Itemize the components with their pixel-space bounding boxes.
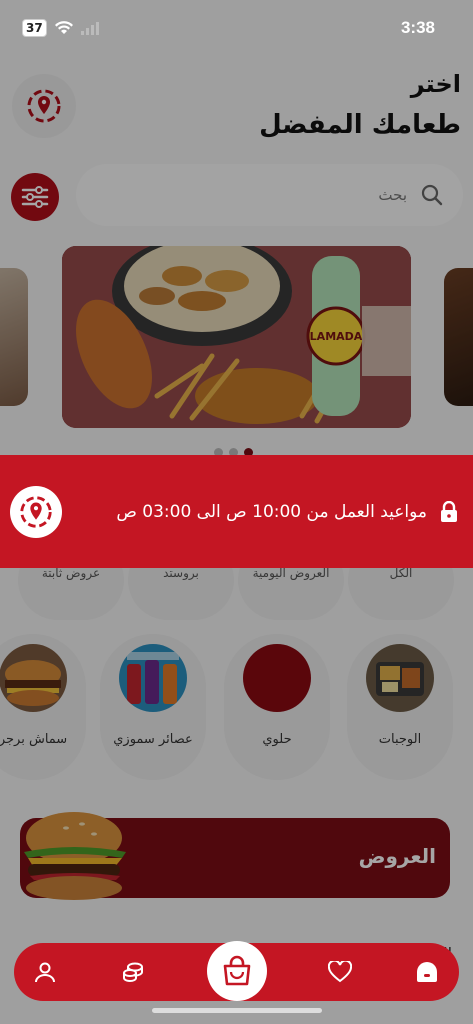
- juice-image: [119, 644, 187, 712]
- coins-icon: [123, 962, 143, 982]
- page-title-line2: طعامك المفضل: [259, 110, 461, 140]
- category-card-smash-burger[interactable]: سماش برجر: [0, 634, 86, 780]
- category-card-juices[interactable]: عصائر سموزي: [100, 634, 206, 780]
- nav-coins[interactable]: [118, 957, 148, 987]
- page-title-line1: اختر: [410, 70, 461, 98]
- status-icons: 37: [22, 19, 99, 37]
- home-indicator: [152, 1008, 322, 1013]
- working-hours-text: مواعيد العمل من 10:00 ص الى 03:00 ص: [116, 501, 427, 522]
- category-row: سماش برجر عصائر سموزي حلوي الوجبات: [0, 634, 473, 780]
- location-button[interactable]: [12, 74, 76, 138]
- search-input[interactable]: [287, 186, 407, 204]
- bottom-navigation: [14, 941, 459, 1001]
- search-icon: [421, 184, 443, 206]
- category-card-desserts[interactable]: حلوي: [224, 634, 330, 780]
- nav-home[interactable]: [412, 957, 442, 987]
- category-label: سماش برجر: [0, 732, 68, 747]
- home-screen: 37 3:38 اختر طعامك المفضل بحث LAMADA عرو…: [0, 0, 473, 1024]
- dessert-image: [243, 644, 311, 712]
- burger-image: [0, 644, 67, 712]
- carousel-prev-banner[interactable]: [0, 268, 28, 406]
- category-label: عصائر سموزي: [113, 732, 193, 747]
- status-bar: 37 3:38: [0, 0, 473, 56]
- carousel-next-banner[interactable]: [444, 268, 473, 406]
- cellular-signal-icon: [80, 21, 99, 35]
- meal-image: [366, 644, 434, 712]
- search-bar[interactable]: [76, 164, 463, 226]
- heart-icon: [328, 961, 352, 983]
- nav-favorites[interactable]: [325, 957, 355, 987]
- filter-button[interactable]: [11, 173, 59, 221]
- lock-icon: [441, 500, 457, 522]
- category-label: الوجبات: [378, 732, 422, 747]
- working-hours-banner: مواعيد العمل من 10:00 ص الى 03:00 ص: [0, 455, 473, 568]
- nav-cart[interactable]: [207, 941, 267, 1001]
- burger-illustration: [24, 812, 126, 900]
- food-banner-image: LAMADA: [62, 246, 411, 428]
- location-pin-icon: [27, 89, 61, 123]
- carousel-banner[interactable]: LAMADA: [62, 246, 411, 428]
- shopping-bag-icon: [223, 955, 251, 986]
- location-pin-icon: [20, 495, 52, 528]
- battery-icon: 37: [22, 19, 47, 37]
- category-label: حلوي: [262, 732, 292, 747]
- location-badge: [10, 485, 62, 538]
- nav-profile[interactable]: [30, 957, 60, 987]
- clock: 3:38: [400, 18, 435, 37]
- offers-label: العروض: [358, 844, 436, 868]
- banner-brand-text: LAMADA: [310, 330, 363, 343]
- home-icon: [417, 962, 437, 982]
- sliders-icon: [21, 186, 49, 208]
- wifi-icon: [54, 21, 73, 34]
- category-card-meals[interactable]: الوجبات: [347, 634, 453, 780]
- profile-icon: [35, 962, 55, 983]
